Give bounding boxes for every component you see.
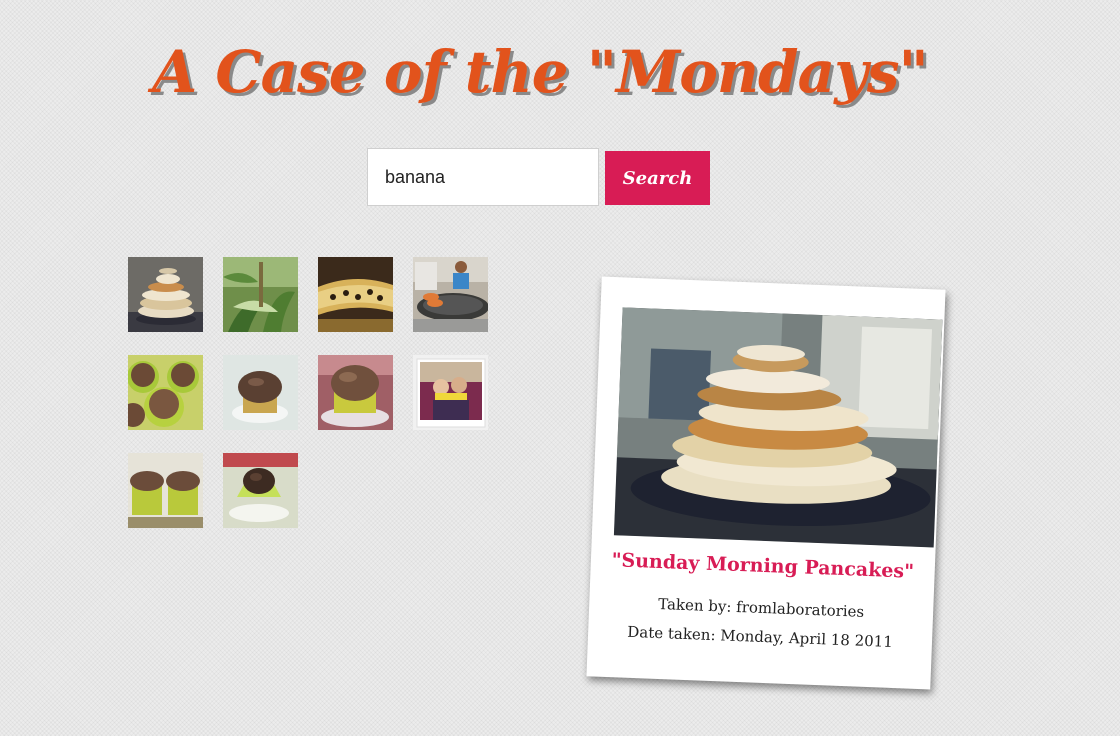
street-vendor-photo-image [413, 257, 488, 332]
thumbnail-muffin-on-plate-photo[interactable] [223, 355, 298, 430]
search-button[interactable]: Search [605, 151, 710, 205]
muffin-halved-photo-image [223, 453, 298, 528]
thumbnail-muffins-in-cups-photo[interactable] [128, 453, 203, 528]
photo-title: "Sunday Morning Pancakes" [611, 549, 915, 583]
thumbnail-pancake-stack-photo[interactable] [128, 257, 203, 332]
muffins-in-cups-photo-image [128, 453, 203, 528]
thumbnail-banana-tree-photo[interactable] [223, 257, 298, 332]
pancake-stack-large-image [613, 307, 943, 548]
thumbnail-muffin-halved-photo[interactable] [223, 453, 298, 528]
thumbnail-muffin-on-glass-plate-photo[interactable] [318, 355, 393, 430]
polaroid-two-people-photo-image [413, 355, 488, 430]
pancake-stack-photo-image [128, 257, 203, 332]
banana-leaf-food-photo-image [318, 257, 393, 332]
banana-muffins-photo-image [128, 355, 203, 430]
selected-photo-card: "Sunday Morning Pancakes" Taken by: from… [586, 276, 946, 690]
selected-photo [613, 307, 943, 548]
thumbnail-polaroid-two-people-photo[interactable] [413, 355, 488, 430]
photo-date: Date taken: Monday, April 18 2011 [626, 622, 894, 651]
muffin-on-glass-plate-photo-image [318, 355, 393, 430]
thumbnail-street-vendor-photo[interactable] [413, 257, 488, 332]
page-title: A Case of the "Mondays" [152, 38, 929, 106]
banana-tree-photo-image [223, 257, 298, 332]
photo-author: Taken by: fromlaboratories [657, 594, 865, 621]
thumbnail-banana-muffins-photo[interactable] [128, 355, 203, 430]
muffin-on-plate-photo-image [223, 355, 298, 430]
thumbnail-banana-leaf-food-photo[interactable] [318, 257, 393, 332]
search-input[interactable] [367, 148, 599, 206]
